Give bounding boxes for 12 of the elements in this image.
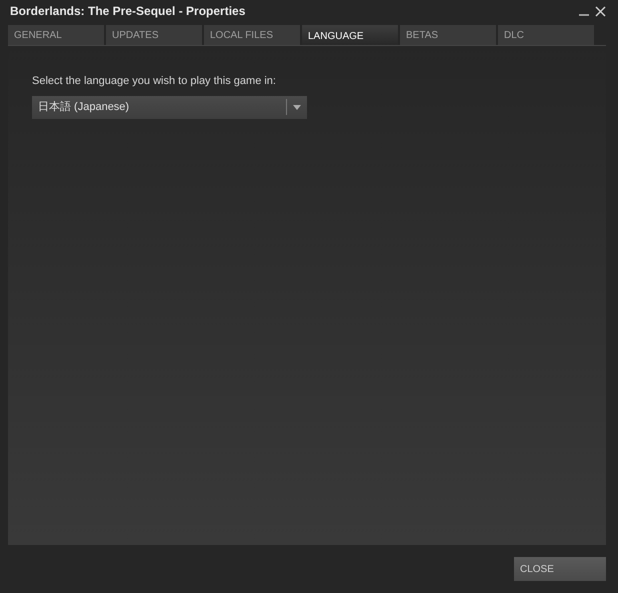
tab[interactable]: GENERAL [8,25,104,45]
language-prompt: Select the language you wish to play this game in: [32,74,277,89]
close-icon[interactable] [595,6,606,16]
tab[interactable]: LOCAL FILES [204,25,300,45]
language-dropdown[interactable]: 日本語 (Japanese) [32,96,307,118]
caret-icon [293,104,301,110]
tab[interactable]: BETAS [400,25,496,45]
window-title: Borderlands: The Pre-Sequel - Properties [10,3,246,20]
tab[interactable]: DLC [498,25,594,45]
tab[interactable]: UPDATES [106,25,202,45]
close-button[interactable]: CLOSE [514,557,606,581]
dropdown-value: 日本語 (Japanese) [37,100,130,115]
